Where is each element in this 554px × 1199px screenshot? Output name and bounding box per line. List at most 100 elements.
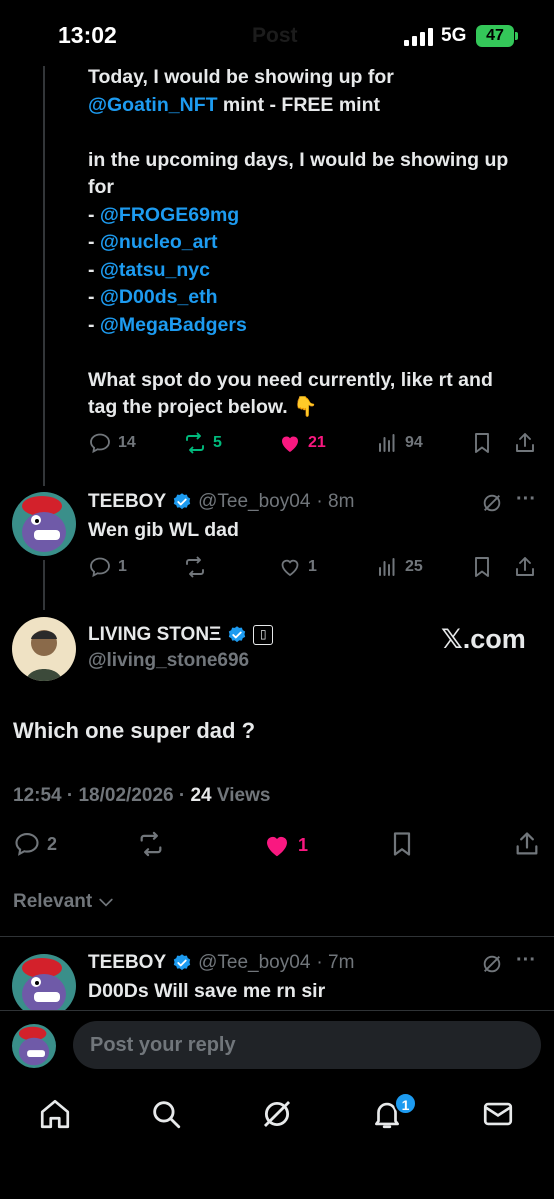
mention-link[interactable]: @nucleo_art [100, 231, 218, 253]
tweet-line: - @tatsu_nyc [88, 257, 508, 285]
heart-icon [281, 559, 299, 577]
main-tweet-actions: 14 5 21 94 [88, 431, 538, 459]
share-button[interactable] [513, 555, 537, 579]
divider [0, 936, 554, 937]
tweet-line: Today, I would be showing up for [88, 64, 508, 92]
avatar[interactable] [12, 492, 76, 556]
tweet-line [88, 119, 508, 147]
share-icon [516, 832, 538, 855]
header-title: Post [252, 24, 298, 47]
post-timestamp: 12:54 · 18/02/2026 · [13, 785, 191, 806]
sort-label: Relevant [13, 891, 93, 912]
repost-icon [186, 556, 204, 578]
avatar[interactable] [12, 617, 76, 681]
battery-tip [515, 32, 518, 40]
tweet-text-segment: tag the project below. 👇 [88, 396, 318, 418]
tweet-text-segment: mint - FREE mint [217, 93, 381, 116]
like-count: 1 [298, 834, 309, 855]
reply1-header: TEEBOY @Tee_boy04 · 8m [88, 491, 354, 513]
reply2-text: D00Ds Will save me rn sir [88, 980, 326, 1002]
reply-count: 14 [118, 434, 136, 451]
avatar-image [12, 1024, 56, 1068]
avatar-image [12, 617, 76, 681]
share-button[interactable] [513, 431, 537, 455]
tweet-line: What spot do you need currently, like rt… [88, 367, 508, 395]
repost-button[interactable] [137, 830, 165, 858]
verified-icon [229, 626, 246, 643]
post-time: · 7m [316, 952, 355, 973]
grok-icon[interactable] [260, 1097, 294, 1131]
battery-level: 47 [486, 27, 504, 44]
reply2-header: TEEBOY @Tee_boy04 · 7m [88, 952, 354, 974]
views-button[interactable]: 25 [375, 555, 423, 579]
reply-button[interactable]: 14 [88, 431, 136, 455]
repost-count: 5 [213, 434, 222, 451]
author-name[interactable]: TEEBOY [88, 952, 166, 974]
avatar[interactable] [12, 954, 76, 1018]
mention-link[interactable]: @MegaBadgers [100, 314, 247, 336]
sort-dropdown[interactable]: Relevant [13, 891, 116, 913]
bookmark-button[interactable] [470, 555, 494, 579]
thread-line [43, 560, 45, 610]
tweet-text-segment: - [88, 313, 100, 336]
tweet-line: tag the project below. 👇 [88, 394, 508, 422]
tweet-text-segment: in the upcoming days, I would be showing… [88, 148, 509, 171]
like-count: 21 [308, 434, 326, 451]
author-handle[interactable]: @living_stone696 [88, 650, 249, 672]
author-name[interactable]: LIVING STONΞ [88, 624, 221, 646]
tweet-line: - @MegaBadgers [88, 312, 508, 340]
my-avatar[interactable] [12, 1024, 56, 1068]
author-handle[interactable]: @Tee_boy04 [198, 491, 310, 513]
heart-filled-icon [267, 836, 287, 857]
mention-link[interactable]: @Goatin_NFT [88, 94, 218, 116]
share-icon [516, 557, 534, 576]
author-handle[interactable]: @Tee_boy04 [198, 952, 310, 974]
verified-icon [173, 954, 191, 971]
tweet-text-segment: - [88, 231, 100, 253]
status-time: 13:02 [58, 22, 117, 48]
share-button[interactable] [513, 830, 541, 858]
views-icon [379, 434, 395, 452]
tweet-text-segment: - [88, 258, 100, 281]
verified-icon [173, 493, 191, 510]
avatar-image [12, 954, 76, 1018]
mention-link[interactable]: @FROGE69mg [100, 204, 239, 226]
like-button[interactable]: 1 [278, 555, 317, 579]
notification-badge: 1 [394, 1092, 417, 1115]
bookmark-button[interactable] [470, 431, 494, 455]
search-icon[interactable] [149, 1097, 183, 1131]
views-button[interactable]: 94 [375, 431, 423, 455]
focal-meta: 12:54 · 18/02/2026 · 24 Views [13, 785, 270, 807]
reply-count: 2 [47, 833, 58, 854]
reply-button[interactable]: 1 [88, 555, 127, 579]
like-button[interactable]: 1 [262, 830, 308, 860]
grok-icon[interactable] [481, 492, 503, 514]
tweet-line [88, 339, 508, 367]
home-icon[interactable] [38, 1097, 72, 1131]
tweet-text-segment: - [88, 203, 100, 226]
reply-button[interactable]: 2 [13, 830, 57, 858]
reply-icon [90, 433, 110, 454]
views-label: Views [211, 785, 271, 806]
tweet-line: @Goatin_NFT mint - FREE mint [88, 92, 508, 120]
more-icon[interactable]: ··· [516, 949, 536, 972]
signal-icon [404, 28, 434, 46]
bookmark-icon [475, 433, 489, 453]
reply-input[interactable]: Post your reply [73, 1021, 541, 1069]
mention-link[interactable]: @tatsu_nyc [100, 259, 210, 281]
author-name[interactable]: TEEBOY [88, 491, 166, 513]
tweet-text-segment: - [88, 286, 100, 308]
tweet-line: in the upcoming days, I would be showing… [88, 147, 508, 175]
like-button[interactable]: 21 [278, 431, 326, 455]
repost-button[interactable]: 5 [183, 431, 222, 455]
bookmark-button[interactable] [388, 830, 416, 858]
reply1-text: Wen gib WL dad [88, 519, 239, 541]
grok-icon[interactable] [481, 953, 503, 975]
mention-link[interactable]: @D00ds_eth [100, 286, 218, 308]
messages-icon[interactable] [481, 1097, 515, 1131]
more-icon[interactable]: ··· [516, 488, 536, 511]
thread-line [43, 66, 45, 486]
divider [0, 1010, 554, 1011]
reply1-actions: 1 1 25 [88, 555, 538, 583]
repost-button[interactable] [183, 555, 207, 579]
